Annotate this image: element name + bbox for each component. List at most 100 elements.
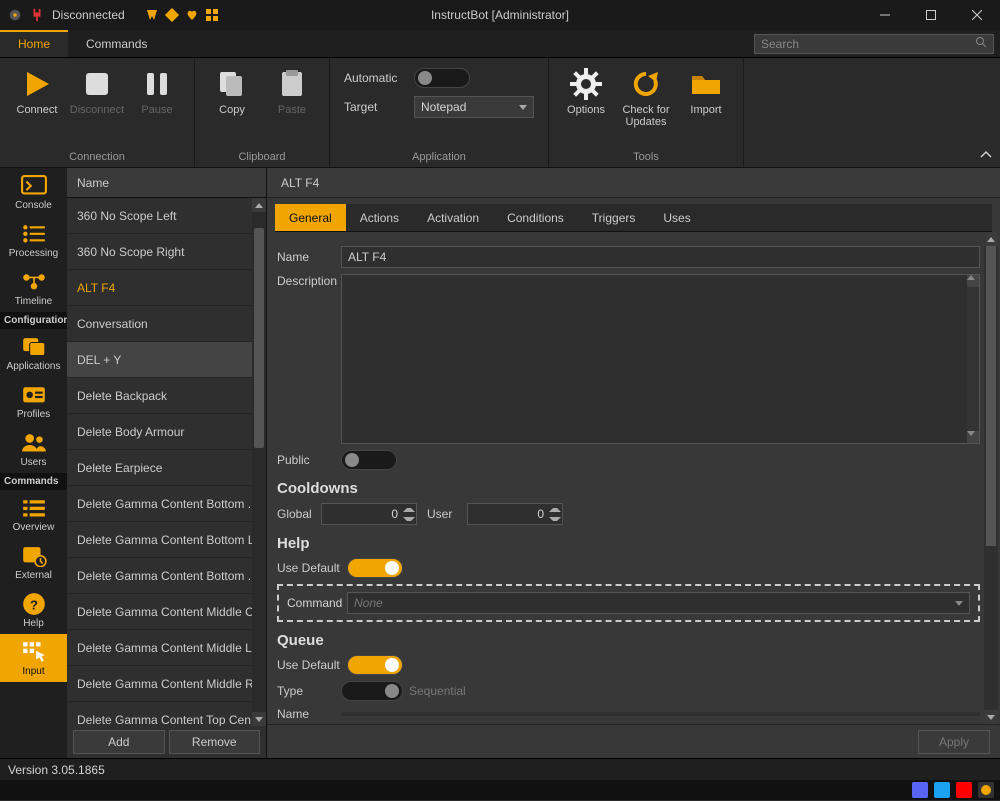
- minimize-button[interactable]: [862, 0, 908, 30]
- list-item[interactable]: Delete Gamma Content Bottom L...: [67, 522, 253, 558]
- queue-use-default-toggle[interactable]: [347, 655, 403, 675]
- apply-button[interactable]: Apply: [918, 730, 990, 754]
- type-toggle[interactable]: [341, 681, 403, 701]
- list-item[interactable]: DEL + Y: [67, 342, 253, 378]
- service-icon-3: [185, 8, 199, 22]
- nav-input[interactable]: Input: [0, 634, 67, 682]
- nav-console[interactable]: Console: [0, 168, 67, 216]
- list-item[interactable]: Delete Gamma Content Top Cen...: [67, 702, 253, 726]
- stop-icon: [81, 68, 113, 100]
- type-label: Type: [277, 684, 341, 698]
- global-value: 0: [391, 507, 398, 521]
- tray-twitter-icon[interactable]: [934, 782, 950, 798]
- list-item[interactable]: Delete Backpack: [67, 378, 253, 414]
- scroll-up-icon[interactable]: [984, 232, 998, 246]
- help-use-default-toggle[interactable]: [347, 558, 403, 578]
- tray-app-icon[interactable]: [978, 782, 994, 798]
- list-item[interactable]: Delete Gamma Content Middle L...: [67, 630, 253, 666]
- tray-discord-icon[interactable]: [912, 782, 928, 798]
- check-updates-button[interactable]: Check for Updates: [619, 64, 673, 128]
- disconnect-label: Disconnect: [70, 104, 124, 116]
- list-item[interactable]: Delete Gamma Content Middle C...: [67, 594, 253, 630]
- copy-button[interactable]: Copy: [205, 64, 259, 116]
- spin-up-icon[interactable]: [549, 505, 561, 514]
- textarea-scrollbar[interactable]: [967, 275, 979, 443]
- nav-applications[interactable]: Applications: [0, 329, 67, 377]
- tab-home[interactable]: Home: [0, 30, 68, 57]
- tab-conditions[interactable]: Conditions: [493, 204, 578, 231]
- nav-processing[interactable]: Processing: [0, 216, 67, 264]
- maximize-button[interactable]: [908, 0, 954, 30]
- options-button[interactable]: Options: [559, 64, 613, 116]
- main-tabs: Home Commands Search: [0, 30, 1000, 58]
- automatic-toggle[interactable]: [414, 68, 470, 88]
- name-input[interactable]: ALT F4: [341, 246, 980, 268]
- public-label: Public: [277, 453, 341, 467]
- list-header[interactable]: Name: [67, 168, 266, 198]
- list-item[interactable]: Conversation: [67, 306, 253, 342]
- list-item[interactable]: Delete Earpiece: [67, 450, 253, 486]
- scroll-thumb[interactable]: [254, 228, 264, 448]
- spin-down-icon[interactable]: [403, 514, 415, 523]
- plug-icon: [30, 8, 44, 22]
- external-icon: [21, 545, 47, 567]
- scroll-down-icon[interactable]: [252, 712, 266, 726]
- public-toggle[interactable]: [341, 450, 397, 470]
- chevron-down-icon: [519, 105, 527, 110]
- queue-header: Queue: [277, 632, 980, 649]
- tray-youtube-icon[interactable]: [956, 782, 972, 798]
- disconnect-button: Disconnect: [70, 64, 124, 116]
- tab-uses[interactable]: Uses: [649, 204, 704, 231]
- list-item[interactable]: ALT F4: [67, 270, 253, 306]
- nav-help[interactable]: ? Help: [0, 586, 67, 634]
- list-item[interactable]: Delete Gamma Content Bottom ...: [67, 558, 253, 594]
- group-clipboard-label: Clipboard: [205, 147, 319, 165]
- tab-activation[interactable]: Activation: [413, 204, 493, 231]
- description-input[interactable]: [341, 274, 980, 444]
- nav-timeline[interactable]: Timeline: [0, 264, 67, 312]
- nav-overview[interactable]: Overview: [0, 490, 67, 538]
- import-button[interactable]: Import: [679, 64, 733, 116]
- ribbon-collapse-button[interactable]: [980, 147, 992, 161]
- command-dropdown[interactable]: None: [347, 592, 970, 614]
- list-item[interactable]: 360 No Scope Right: [67, 234, 253, 270]
- command-list[interactable]: 360 No Scope Left360 No Scope RightALT F…: [67, 198, 266, 726]
- scroll-up-icon[interactable]: [252, 198, 266, 212]
- spin-up-icon[interactable]: [403, 505, 415, 514]
- nav-users-label: Users: [20, 457, 46, 468]
- list-item[interactable]: Delete Gamma Content Bottom ...: [67, 486, 253, 522]
- list-item[interactable]: Delete Gamma Content Middle Ri...: [67, 666, 253, 702]
- list-item[interactable]: Delete Body Armour: [67, 414, 253, 450]
- nav-external[interactable]: External: [0, 538, 67, 586]
- folder-icon: [690, 68, 722, 100]
- applications-icon: [21, 336, 47, 358]
- gear-icon: [570, 68, 602, 100]
- spin-down-icon[interactable]: [549, 514, 561, 523]
- connect-button[interactable]: Connect: [10, 64, 64, 116]
- remove-button[interactable]: Remove: [169, 730, 261, 754]
- scroll-thumb[interactable]: [986, 246, 996, 546]
- target-dropdown[interactable]: Notepad: [414, 96, 534, 118]
- global-spinner[interactable]: 0: [321, 503, 417, 525]
- group-tools-label: Tools: [559, 147, 733, 165]
- queue-name-input[interactable]: [341, 712, 980, 716]
- close-button[interactable]: [954, 0, 1000, 30]
- tab-commands[interactable]: Commands: [68, 30, 165, 57]
- tab-general[interactable]: General: [275, 204, 346, 231]
- paste-icon: [276, 68, 308, 100]
- app-icon: [8, 8, 22, 22]
- scroll-down-icon[interactable]: [984, 710, 998, 724]
- search-input[interactable]: Search: [754, 34, 994, 54]
- list-item[interactable]: 360 No Scope Left: [67, 198, 253, 234]
- detail-scrollbar[interactable]: [984, 232, 998, 724]
- target-label: Target: [344, 100, 404, 114]
- nav-input-label: Input: [22, 666, 44, 677]
- list-scrollbar[interactable]: [252, 198, 266, 726]
- add-button[interactable]: Add: [73, 730, 165, 754]
- tab-actions[interactable]: Actions: [346, 204, 413, 231]
- nav-profiles[interactable]: Profiles: [0, 377, 67, 425]
- user-spinner[interactable]: 0: [467, 503, 563, 525]
- search-icon: [975, 36, 987, 51]
- nav-users[interactable]: Users: [0, 425, 67, 473]
- tab-triggers[interactable]: Triggers: [578, 204, 650, 231]
